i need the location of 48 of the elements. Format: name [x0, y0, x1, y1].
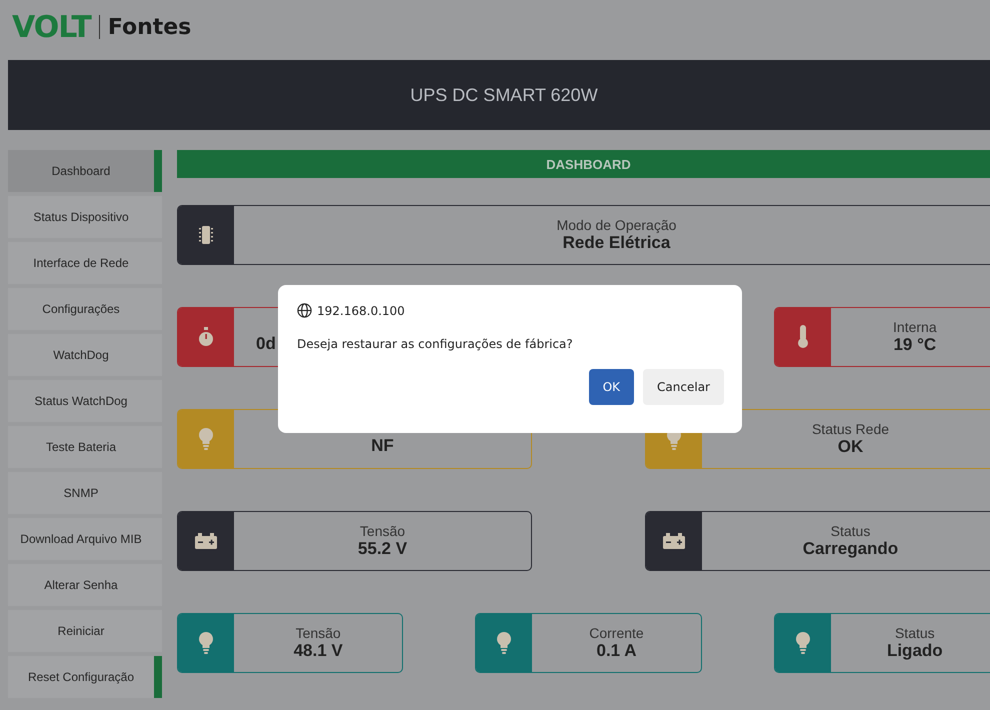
sidebar-item[interactable]: Status WatchDog — [8, 380, 162, 422]
card-value: NF — [371, 436, 394, 456]
card-value: Rede Elétrica — [562, 233, 670, 253]
card-value: Carregando — [802, 539, 898, 559]
lightbulb-icon — [199, 632, 213, 654]
dialog-message: Deseja restaurar as configurações de fábrica? — [297, 337, 574, 351]
card-label: Status — [830, 523, 870, 539]
sidebar-item[interactable]: WatchDog — [8, 334, 162, 376]
card-value: 48.1 V — [294, 641, 343, 661]
card-value: Ligado — [886, 641, 943, 661]
sidebar-item[interactable]: SNMP — [8, 472, 162, 514]
sidebar-item[interactable]: Reiniciar — [8, 610, 162, 652]
battery-icon — [663, 533, 685, 549]
card-value: 0.1 A — [596, 641, 636, 661]
globe-icon — [297, 303, 312, 318]
card-label: Corrente — [589, 625, 644, 641]
thermometer-icon — [796, 325, 809, 349]
brand-logo: VOLT — [12, 10, 91, 44]
lightbulb-icon — [199, 428, 213, 450]
section-title: DASHBOARD — [177, 150, 990, 178]
sidebar-item[interactable]: Status Dispositivo — [8, 196, 162, 238]
sidebar-item[interactable]: Reset Configuração — [8, 656, 162, 698]
sidebar-item[interactable]: Dashboard — [8, 150, 162, 192]
lightbulb-icon — [796, 632, 810, 654]
card-label: Tensão — [296, 625, 341, 641]
card-label: Status — [894, 625, 935, 641]
sidebar-item[interactable]: Configurações — [8, 288, 162, 330]
sidebar-item[interactable]: Download Arquivo MIB — [8, 518, 162, 560]
card-value: 19 °C — [893, 335, 936, 355]
sidebar-item[interactable]: Teste Bateria — [8, 426, 162, 468]
sidebar-item[interactable]: Interface de Rede — [8, 242, 162, 284]
chip-icon — [199, 225, 213, 245]
cancel-button[interactable]: Cancelar — [643, 369, 724, 405]
card-value: 0d — [256, 334, 276, 354]
card-value: 55.2 V — [358, 539, 408, 559]
sidebar-item[interactable]: Alterar Senha — [8, 564, 162, 606]
card-label: Interna — [893, 319, 937, 335]
stopwatch-icon — [198, 327, 214, 347]
ok-button[interactable]: OK — [588, 369, 634, 405]
card-label: Status Rede — [812, 421, 890, 437]
device-title: UPS DC SMART 620W — [410, 84, 598, 106]
dialog-origin: 192.168.0.100 — [317, 304, 405, 318]
card-value: OK — [838, 437, 864, 457]
lightbulb-icon — [497, 632, 512, 654]
battery-icon — [195, 533, 217, 549]
brand-suffix: Fontes — [108, 14, 192, 40]
card-label: Modo de Operação — [556, 217, 676, 233]
card-label: Tensão — [360, 523, 406, 539]
